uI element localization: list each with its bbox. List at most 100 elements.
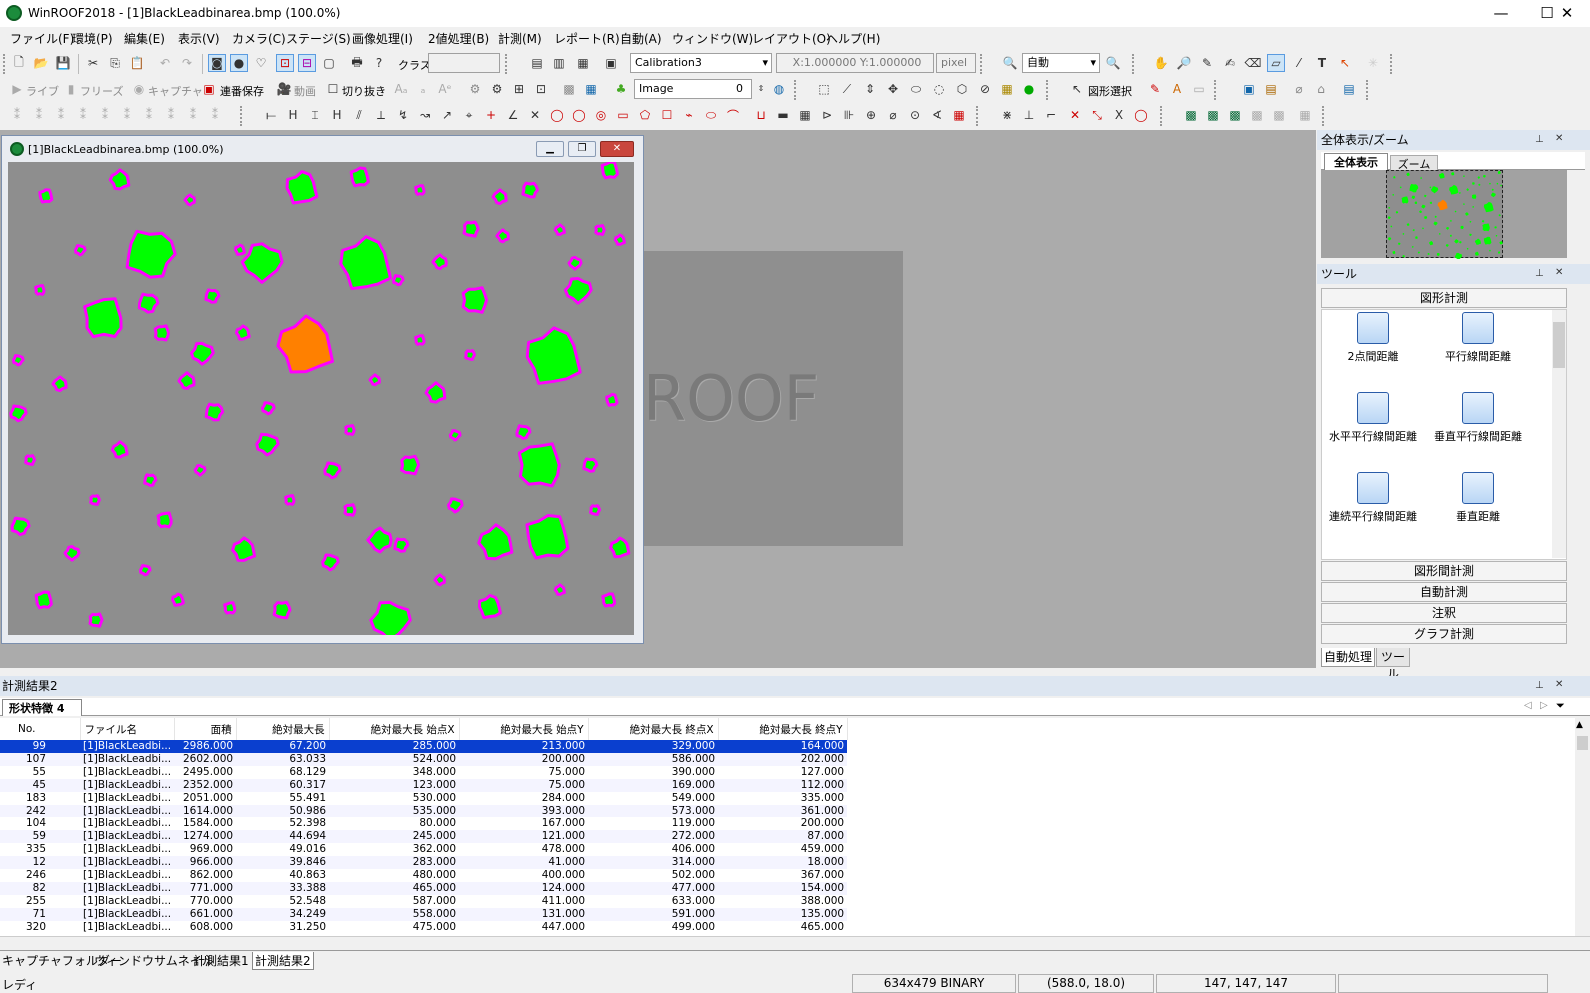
column-header[interactable]: 面積 <box>174 718 237 740</box>
live-icon[interactable]: ▶ <box>8 80 26 98</box>
crop-button[interactable]: 切り抜き <box>342 83 386 99</box>
text-color-icon[interactable]: A <box>1168 80 1186 98</box>
tool-horizontal-parallel[interactable]: 水平平行線間距離 <box>1318 392 1428 444</box>
particle[interactable] <box>34 590 53 610</box>
particle[interactable] <box>1397 242 1401 246</box>
particle[interactable] <box>153 324 170 342</box>
particle[interactable] <box>1401 196 1409 204</box>
menu-edit[interactable]: 編集(E) <box>124 30 165 47</box>
particle[interactable] <box>1478 183 1481 186</box>
pitch-icon[interactable]: ⊕ <box>862 106 880 124</box>
auto-measure-f-icon[interactable]: ⁑ <box>118 106 136 124</box>
column-header[interactable]: 絶対最大長 終点Y <box>718 718 848 740</box>
binary-view-icon[interactable]: ◙ <box>208 54 226 72</box>
frame-icon[interactable]: ⊡ <box>532 80 550 98</box>
tools-section-shape-measure[interactable]: 図形計測 <box>1321 288 1567 308</box>
close-icon[interactable]: ✕ <box>1555 267 1563 278</box>
particle[interactable] <box>63 545 81 562</box>
particle[interactable] <box>1430 186 1439 194</box>
vertical-move-icon[interactable]: ⇕ <box>861 80 879 98</box>
particle[interactable] <box>204 288 221 304</box>
particle[interactable] <box>1474 251 1479 256</box>
particle[interactable] <box>24 454 36 466</box>
particle[interactable] <box>1496 182 1499 185</box>
particle[interactable] <box>235 324 251 341</box>
table-row[interactable]: 107 [1]BlackLeadbi... 2602.000 63.033 524.00… <box>0 752 848 766</box>
freehand-icon[interactable]: ☐ <box>658 106 676 124</box>
menu-auto[interactable]: 自動(A) <box>620 30 662 47</box>
particle[interactable] <box>1433 221 1438 226</box>
fill-icon[interactable]: ✍ <box>1221 54 1239 72</box>
table-row[interactable]: 320 [1]BlackLeadbi... 608.000 31.250 475.000… <box>0 921 847 934</box>
pin-icon[interactable]: ⊥ <box>1535 680 1544 691</box>
cross-angle-icon[interactable]: ✕ <box>526 106 544 124</box>
menu-layout[interactable]: レイアウト(O) <box>752 30 831 47</box>
particle[interactable] <box>1449 184 1459 195</box>
particle[interactable] <box>1438 233 1441 235</box>
two-point-distance-icon[interactable]: ⟝ <box>262 106 280 124</box>
pen-color-icon[interactable]: ✎ <box>1146 80 1164 98</box>
toolbar-grip[interactable] <box>1132 54 1138 74</box>
edge-count-icon[interactable]: ⊪ <box>840 106 858 124</box>
tab-menu-icon[interactable]: ⏷ <box>1556 699 1565 713</box>
font-b-icon[interactable]: ₐ <box>414 80 432 98</box>
particle[interactable] <box>1390 225 1393 228</box>
angle-arc-icon[interactable]: ∢ <box>928 106 946 124</box>
particle[interactable] <box>1406 172 1410 177</box>
particle[interactable] <box>261 401 276 416</box>
horizontal-parallel-icon[interactable]: ⌶ <box>306 106 324 124</box>
particle[interactable] <box>88 612 104 628</box>
pin-icon[interactable]: ⊥ <box>1535 134 1544 145</box>
ellipse-select-icon[interactable]: ⬭ <box>907 80 925 98</box>
particle[interactable] <box>478 594 502 620</box>
particle[interactable] <box>1415 236 1418 239</box>
particle[interactable] <box>1417 251 1420 254</box>
tile-icon[interactable]: ⚙ <box>466 80 484 98</box>
mask-view-icon[interactable]: ⊟ <box>298 54 316 72</box>
shape-select-button[interactable]: 図形選択 <box>1088 83 1132 99</box>
accordion-graph-measure[interactable]: グラフ計測 <box>1321 624 1567 644</box>
particle[interactable] <box>74 244 87 257</box>
particle[interactable] <box>1490 192 1496 198</box>
tool-two-point-distance[interactable]: 2点間距離 <box>1318 312 1428 364</box>
continuous-parallel-icon[interactable]: ⫽ <box>350 106 368 124</box>
particle[interactable] <box>1451 172 1455 176</box>
pointer-icon[interactable]: ↖ <box>1068 80 1086 98</box>
particle[interactable] <box>368 373 381 387</box>
auto-measure-h-icon[interactable]: ⁑ <box>162 106 180 124</box>
particle[interactable] <box>1402 233 1405 235</box>
particle[interactable] <box>284 494 296 506</box>
particle[interactable] <box>589 504 601 516</box>
grid-select-icon[interactable]: ▦ <box>998 80 1016 98</box>
particle[interactable] <box>1450 220 1452 222</box>
freehand-select-icon[interactable]: ◌ <box>930 80 948 98</box>
particle[interactable] <box>1472 206 1475 208</box>
composite-view-icon[interactable]: ♡ <box>252 54 270 72</box>
overview-thumbnail[interactable] <box>1386 170 1503 260</box>
particle[interactable] <box>223 601 237 615</box>
particle[interactable] <box>344 424 356 436</box>
menu-camera[interactable]: カメラ(C) <box>232 30 286 47</box>
particle[interactable] <box>1424 216 1428 219</box>
corner-icon[interactable]: ⌐ <box>1042 106 1060 124</box>
particle[interactable] <box>1491 188 1494 191</box>
particle[interactable] <box>38 188 54 204</box>
column-header[interactable]: No. <box>0 718 81 740</box>
pencil-icon[interactable]: ✎ <box>1198 54 1216 72</box>
toolbar-grip[interactable] <box>1366 80 1372 100</box>
circle-3pt-icon[interactable]: ◯ <box>570 106 588 124</box>
table-row[interactable]: 12 [1]BlackLeadbi... 966.000 39.846 283.000 4… <box>0 856 848 870</box>
polygon-select-icon[interactable]: ⬡ <box>953 80 971 98</box>
menu-image-processing[interactable]: 画像処理(I) <box>352 30 413 47</box>
particle-c-icon[interactable]: ▩ <box>1226 106 1244 124</box>
serial-save-icon[interactable]: ▣ <box>200 80 218 98</box>
particle[interactable] <box>89 494 101 506</box>
particle[interactable] <box>183 193 196 207</box>
table-row[interactable]: 59 [1]BlackLeadbi... 1274.000 44.694 245.000… <box>0 830 848 844</box>
eraser-fill-icon[interactable]: ⌫ <box>1244 54 1262 72</box>
calibration-edit-icon[interactable]: ▥ <box>550 54 568 72</box>
calibration-list-icon[interactable]: ▦ <box>574 54 592 72</box>
toolbar-grip[interactable] <box>1390 54 1396 74</box>
particle[interactable] <box>1429 186 1432 189</box>
tab-scroll-left-icon[interactable]: ◁ <box>1524 700 1532 711</box>
